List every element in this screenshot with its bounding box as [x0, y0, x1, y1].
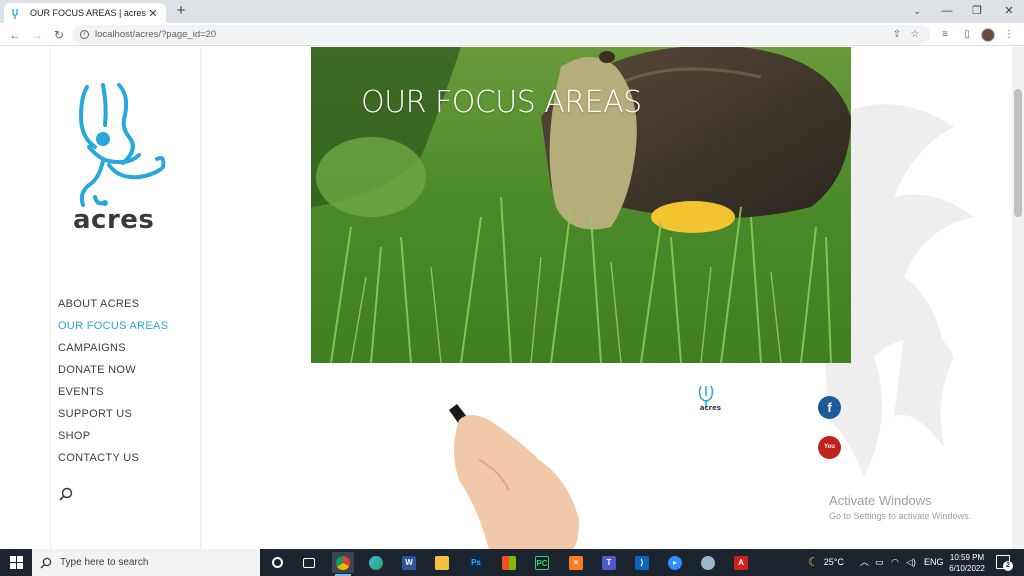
- address-url[interactable]: localhost/acres/?page_id=20: [95, 29, 216, 40]
- battery-icon[interactable]: ▭: [875, 549, 884, 576]
- nav-item-campaigns[interactable]: CAMPAIGNS: [58, 341, 168, 363]
- teams-taskbar-icon[interactable]: T: [598, 552, 620, 573]
- activate-windows-watermark: Activate Windows Go to Settings to activ…: [829, 493, 971, 521]
- share-icon[interactable]: ⇪: [890, 27, 904, 42]
- side-panel-icon[interactable]: ▯: [959, 27, 975, 42]
- nav-item-our-focus-areas[interactable]: OUR FOCUS AREAS: [58, 319, 168, 341]
- nav-item-shop[interactable]: SHOP: [58, 429, 168, 451]
- clock-date: 6/10/2022: [949, 564, 985, 573]
- profile-avatar[interactable]: [981, 28, 995, 42]
- forward-arrow-icon[interactable]: →: [28, 26, 46, 44]
- tab-close-icon[interactable]: ✕: [146, 7, 160, 20]
- hand-holding-marker-image: [449, 404, 579, 549]
- tab-search-icon[interactable]: ⌄: [902, 0, 932, 23]
- nav-item-contact-us[interactable]: CONTACTY US: [58, 451, 168, 473]
- window-close-button[interactable]: ✕: [994, 0, 1024, 23]
- volume-icon[interactable]: ◁): [906, 549, 916, 576]
- video-logo-text: acres: [699, 404, 721, 412]
- new-tab-button[interactable]: +: [172, 2, 190, 20]
- activate-windows-title: Activate Windows: [829, 493, 932, 508]
- file-explorer-taskbar-icon[interactable]: [431, 552, 453, 573]
- zoom-taskbar-icon[interactable]: ▸: [664, 552, 686, 573]
- main-navigation: ABOUT ACRES OUR FOCUS AREAS CAMPAIGNS DO…: [58, 297, 168, 473]
- word-taskbar-icon[interactable]: W: [398, 552, 420, 573]
- show-hidden-icons-chevron-icon[interactable]: ︿: [860, 549, 869, 576]
- clock-time: 10:59 PM: [949, 553, 985, 562]
- browser-tab[interactable]: OUR FOCUS AREAS | acres ✕: [4, 3, 166, 23]
- photoshop-taskbar-icon[interactable]: Ps: [465, 552, 487, 573]
- video-acres-logo-icon: [698, 385, 714, 408]
- acres-favicon-icon: [10, 7, 22, 19]
- nav-item-donate-now[interactable]: DONATE NOW: [58, 363, 168, 385]
- page-scrollbar[interactable]: [1012, 47, 1024, 549]
- windows-start-icon[interactable]: [0, 549, 32, 576]
- browser-menu-icon[interactable]: ⋮: [1001, 27, 1017, 42]
- browser-toolbar: ← → ↻ i localhost/acres/?page_id=20 ⇪ ☆ …: [0, 23, 1024, 46]
- task-view-icon[interactable]: [298, 552, 320, 573]
- hero-banner: OUR FOCUS AREAS: [311, 47, 851, 363]
- notification-count-badge: 2: [1003, 561, 1013, 571]
- acrobat-taskbar-icon[interactable]: A: [730, 552, 752, 573]
- wifi-icon[interactable]: ◠: [891, 549, 899, 576]
- reading-list-icon[interactable]: ≡: [937, 27, 953, 42]
- pycharm-taskbar-icon[interactable]: PC: [531, 552, 553, 573]
- system-clock[interactable]: 10:59 PM 6/10/2022: [944, 552, 990, 574]
- site-info-icon[interactable]: i: [80, 30, 89, 39]
- cortana-circle-icon[interactable]: [266, 552, 288, 573]
- back-arrow-icon[interactable]: ←: [6, 26, 24, 44]
- app-taskbar-icon[interactable]: [697, 552, 719, 573]
- xampp-taskbar-icon[interactable]: ✕: [565, 552, 587, 573]
- address-bar[interactable]: i localhost/acres/?page_id=20 ⇪ ☆: [72, 25, 930, 44]
- temperature: 25°C: [823, 557, 844, 567]
- input-language[interactable]: ENG: [924, 549, 944, 576]
- windows-taskbar: Type here to search W Ps PC ✕ T ⟩ ▸ A ☾ …: [0, 549, 1024, 576]
- activate-windows-subtitle: Go to Settings to activate Windows.: [829, 511, 972, 521]
- facebook-icon[interactable]: f: [818, 396, 841, 419]
- chrome-taskbar-icon[interactable]: [332, 552, 354, 576]
- hero-title: OUR FOCUS AREAS: [361, 85, 642, 120]
- youtube-icon[interactable]: You Tube: [818, 436, 841, 473]
- weather-widget[interactable]: ☾ 25°C: [808, 549, 844, 576]
- scrollbar-thumb[interactable]: [1014, 89, 1022, 217]
- bookmark-star-icon[interactable]: ☆: [908, 27, 922, 42]
- vscode-taskbar-icon[interactable]: ⟩: [631, 552, 653, 573]
- window-restore-button[interactable]: ❐: [962, 0, 992, 23]
- site-sidebar: acres ABOUT ACRES OUR FOCUS AREAS CAMPAI…: [50, 47, 201, 549]
- taskbar-search-box[interactable]: Type here to search: [32, 549, 260, 576]
- taskbar-search-placeholder: Type here to search: [60, 557, 149, 568]
- tab-title: OUR FOCUS AREAS | acres: [30, 8, 146, 18]
- page-viewport: acres ABOUT ACRES OUR FOCUS AREAS CAMPAI…: [0, 47, 1024, 549]
- edge-taskbar-icon[interactable]: [365, 552, 387, 573]
- moon-icon: ☾: [808, 555, 819, 569]
- browser-tab-strip: OUR FOCUS AREAS | acres ✕ + ⌄ — ❐ ✕: [0, 0, 1024, 23]
- whiteboard-video[interactable]: acres: [279, 376, 724, 549]
- nav-item-support-us[interactable]: SUPPORT US: [58, 407, 168, 429]
- nav-item-about-acres[interactable]: ABOUT ACRES: [58, 297, 168, 319]
- acres-logo-text: acres: [73, 205, 155, 235]
- window-minimize-button[interactable]: —: [932, 0, 962, 23]
- nav-item-events[interactable]: EVENTS: [58, 385, 168, 407]
- taskbar-search-icon: [40, 557, 52, 568]
- microsoft-store-taskbar-icon[interactable]: [498, 552, 520, 573]
- site-search-icon[interactable]: [59, 487, 73, 501]
- reload-icon[interactable]: ↻: [50, 26, 68, 44]
